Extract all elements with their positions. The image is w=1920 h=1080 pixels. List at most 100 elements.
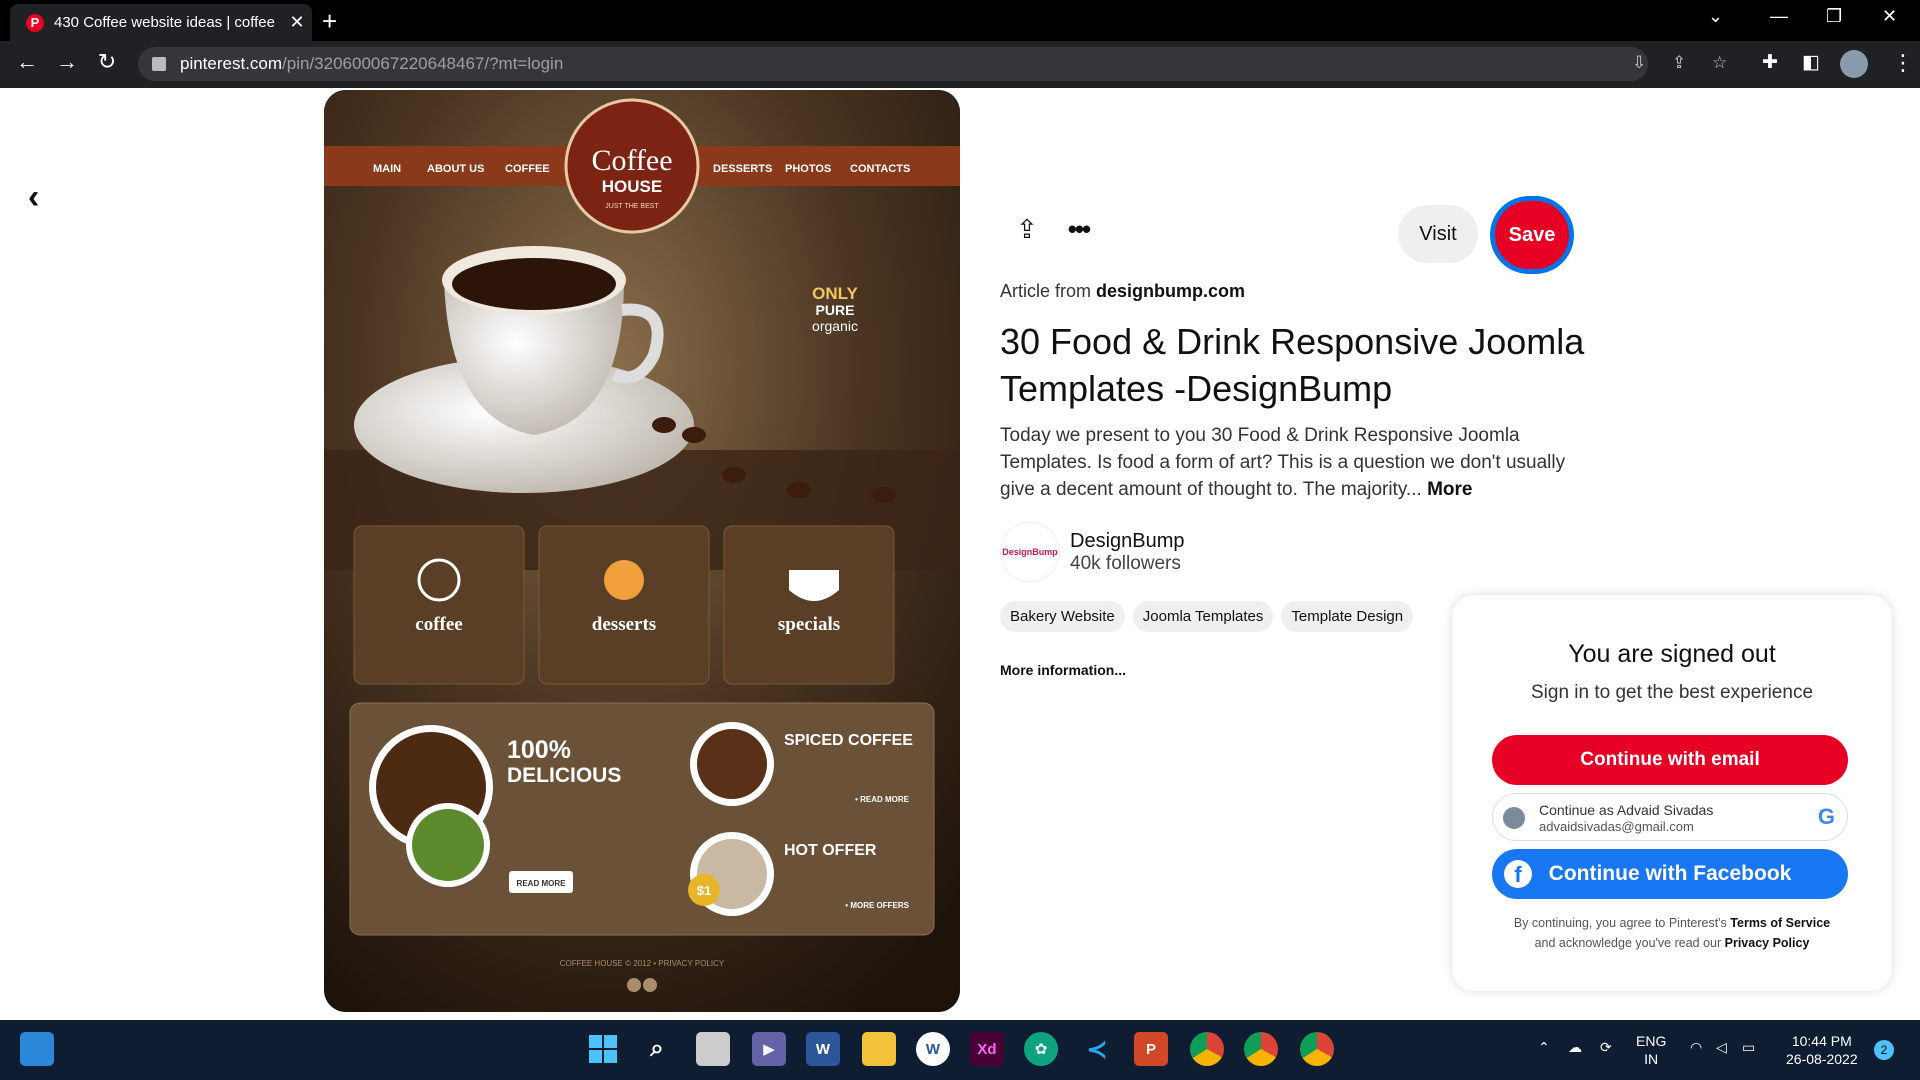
powerpoint-icon[interactable]: P <box>1134 1032 1168 1066</box>
bookmark-star-icon[interactable]: ☆ <box>1712 53 1727 73</box>
google-account-name: Continue as Advaid Sivadas <box>1539 802 1714 818</box>
image-nav-coffee: COFFEE <box>505 163 550 175</box>
more-information-link[interactable]: More information... <box>1000 662 1126 678</box>
terms-mid: and acknowledge you've read our <box>1534 936 1722 950</box>
image-footer: COFFEE HOUSE © 2012 • PRIVACY POLICY <box>560 959 725 968</box>
start-icon[interactable] <box>586 1032 620 1066</box>
image-hot-offer: HOT OFFER <box>784 842 877 859</box>
share-upload-icon[interactable]: ⇪ <box>1016 214 1038 245</box>
chrome-profile-2-icon[interactable] <box>1300 1032 1334 1066</box>
more-options-icon[interactable]: ••• <box>1068 214 1091 245</box>
region-code: IN <box>1644 1051 1659 1067</box>
more-link[interactable]: More <box>1427 479 1472 500</box>
clock-date: 26-08-2022 <box>1786 1051 1858 1067</box>
article-prefix: Article from <box>1000 281 1092 301</box>
facebook-button-label: Continue with Facebook <box>1548 862 1792 885</box>
battery-icon[interactable]: ▭ <box>1742 1038 1755 1056</box>
extensions-icon[interactable]: ✚ <box>1762 51 1778 74</box>
install-icon[interactable]: ⇩ <box>1632 53 1646 73</box>
pin-image[interactable]: MAIN ABOUT US COFFEE DESSERTS PHOTOS CON… <box>324 90 960 1012</box>
pin-title: 30 Food & Drink Responsive Joomla Templa… <box>1000 321 1585 409</box>
adobe-xd-icon[interactable]: Xd <box>970 1032 1004 1066</box>
tag-template-design[interactable]: Template Design <box>1281 601 1414 632</box>
side-panel-icon[interactable]: ◧ <box>1802 51 1820 74</box>
image-nav-desserts: DESSERTS <box>713 163 772 175</box>
chrome-icon[interactable] <box>1190 1032 1224 1066</box>
image-promo-delicious: DELICIOUS <box>507 764 621 787</box>
terms-of-service-link[interactable]: Terms of Service <box>1730 916 1830 930</box>
language-indicator[interactable]: ENG IN <box>1636 1032 1666 1068</box>
creator-name[interactable]: DesignBump <box>1070 530 1185 553</box>
image-nav-contacts: CONTACTS <box>850 163 910 175</box>
image-tile-specials: specials <box>778 614 840 635</box>
wordpad-icon[interactable]: W <box>916 1032 950 1066</box>
image-nav-left: MAIN <box>373 163 401 175</box>
url-host: pinterest.com <box>180 54 283 73</box>
wifi-icon[interactable]: ◠ <box>1690 1038 1702 1056</box>
file-explorer-icon[interactable] <box>862 1032 896 1066</box>
continue-with-google-button[interactable]: Continue as Advaid Sivadas advaidsivadas… <box>1492 793 1848 841</box>
new-tab-button[interactable]: + <box>322 6 337 36</box>
search-icon[interactable]: ⌕ <box>640 1032 674 1066</box>
tag-list: Bakery Website Joomla Templates Template… <box>1000 601 1414 632</box>
clock[interactable]: 10:44 PM 26-08-2022 <box>1786 1032 1858 1068</box>
pin-description-text: Today we present to you 30 Food & Drink … <box>1000 425 1566 500</box>
minimize-button[interactable]: — <box>1770 6 1788 27</box>
visit-button[interactable]: Visit <box>1398 205 1478 263</box>
reload-icon[interactable]: ↻ <box>92 49 122 75</box>
image-only: ONLY <box>812 284 858 303</box>
share-icon[interactable]: ⇪ <box>1672 53 1686 73</box>
creator-avatar[interactable]: DesignBump <box>1000 522 1060 582</box>
pinterest-icon: P <box>26 13 44 32</box>
tag-joomla-templates[interactable]: Joomla Templates <box>1132 601 1274 632</box>
chatgpt-icon[interactable]: ✿ <box>1024 1032 1058 1066</box>
chrome-profile-icon[interactable] <box>1244 1032 1278 1066</box>
image-tile-coffee: coffee <box>415 614 462 635</box>
pin-actions: ⇪ ••• <box>1016 214 1091 245</box>
image-spiced-read-more: • READ MORE <box>855 795 910 804</box>
back-chevron-icon[interactable]: ‹ <box>28 178 39 217</box>
privacy-policy-link[interactable]: Privacy Policy <box>1725 936 1810 950</box>
tab-search-icon[interactable]: ⌄ <box>1708 6 1723 27</box>
image-logo-tag: JUST THE BEST <box>605 203 659 210</box>
continue-with-facebook-button[interactable]: f Continue with Facebook <box>1492 849 1848 899</box>
close-window-button[interactable]: ✕ <box>1882 6 1897 27</box>
article-source-link[interactable]: designbump.com <box>1096 281 1245 301</box>
image-promo-100: 100% <box>507 736 571 764</box>
volume-icon[interactable]: ◁ <box>1716 1038 1727 1056</box>
signed-out-modal: You are signed out Sign in to get the be… <box>1452 595 1892 991</box>
sync-icon[interactable]: ⟳ <box>1600 1038 1612 1056</box>
notification-badge[interactable]: 2 <box>1874 1040 1894 1060</box>
task-view-icon[interactable] <box>696 1032 730 1066</box>
back-arrow-icon[interactable]: ← <box>12 49 42 75</box>
creator-info[interactable]: DesignBump DesignBump 40k followers <box>1000 522 1185 582</box>
teams-icon[interactable]: ▶ <box>752 1032 786 1066</box>
vscode-icon[interactable]: ≺ <box>1080 1032 1114 1066</box>
onedrive-icon[interactable]: ☁ <box>1568 1038 1582 1056</box>
image-read-more-button: READ MORE <box>517 879 567 888</box>
modal-heading: You are signed out <box>1568 640 1776 668</box>
lock-icon <box>152 57 166 71</box>
address-bar[interactable]: pinterest.com/pin/320600067220648467/?mt… <box>138 47 1648 81</box>
language-code: ENG <box>1636 1033 1667 1049</box>
restore-button[interactable]: ❐ <box>1826 6 1842 27</box>
image-logo-coffee: Coffee <box>591 144 672 177</box>
windows-taskbar: ⌕ ▶ W W Xd ✿ ≺ P ⌃ ☁ ⟳ ENG IN ◠ ◁ ▭ 10:4… <box>0 1020 1920 1080</box>
browser-menu-icon[interactable]: ⋮ <box>1892 50 1914 76</box>
save-button[interactable]: Save <box>1490 196 1574 274</box>
show-hidden-icons[interactable]: ⌃ <box>1538 1038 1550 1056</box>
coffee-template-illustration: MAIN ABOUT US COFFEE DESSERTS PHOTOS CON… <box>324 90 960 1012</box>
forward-arrow-icon[interactable]: → <box>52 49 82 75</box>
tag-bakery-website[interactable]: Bakery Website <box>1000 601 1125 632</box>
google-account-avatar <box>1503 807 1525 829</box>
tab-title: 430 Coffee website ideas | coffee <box>54 14 275 31</box>
continue-with-email-button[interactable]: Continue with email <box>1492 735 1848 785</box>
word-icon[interactable]: W <box>806 1032 840 1066</box>
close-tab-icon[interactable]: ✕ <box>282 12 312 33</box>
browser-tab[interactable]: P 430 Coffee website ideas | coffee ✕ <box>10 4 312 41</box>
image-nav-photos: PHOTOS <box>785 163 831 175</box>
image-logo-house: HOUSE <box>602 177 662 196</box>
image-pure: PURE <box>816 302 855 318</box>
profile-avatar[interactable] <box>1840 50 1868 78</box>
widgets-icon[interactable] <box>20 1032 54 1066</box>
